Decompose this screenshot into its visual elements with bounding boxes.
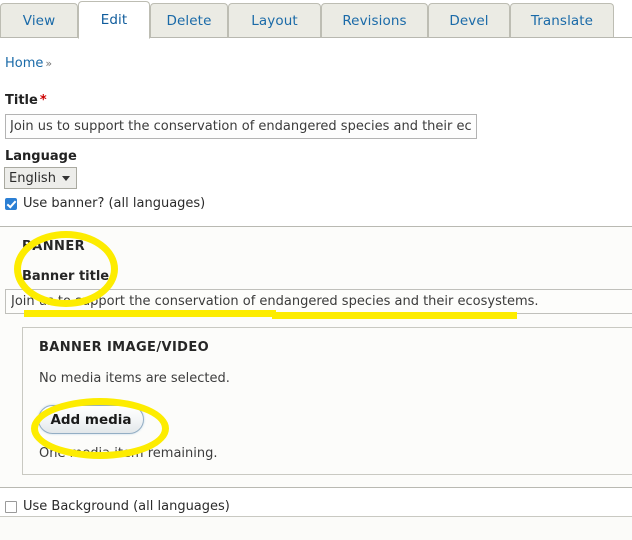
use-banner-checkbox-row[interactable]: Use banner? (all languages)	[5, 196, 205, 211]
tab-revisions[interactable]: Revisions	[321, 3, 428, 38]
language-select-value: English	[9, 170, 56, 186]
banner-media-fieldset: BANNER IMAGE/VIDEO No media items are se…	[22, 327, 632, 475]
banner-title-field-label: Banner title	[22, 269, 110, 284]
tab-view[interactable]: View	[0, 3, 78, 38]
tab-delete[interactable]: Delete	[150, 3, 228, 38]
add-media-button[interactable]: Add media	[38, 405, 144, 434]
chevron-down-icon	[62, 176, 70, 181]
use-background-checkbox-row[interactable]: Use Background (all languages)	[5, 499, 230, 514]
banner-section: BANNER Banner title BANNER IMAGE/VIDEO N…	[0, 226, 632, 488]
title-field-label: Title *	[5, 93, 47, 108]
use-background-checkbox[interactable]	[5, 500, 17, 513]
banner-media-remaining-text: One media item remaining.	[39, 446, 218, 461]
banner-media-heading: BANNER IMAGE/VIDEO	[39, 340, 210, 355]
banner-media-empty-text: No media items are selected.	[39, 371, 230, 386]
edit-form: Home» Title* Language English Use banner…	[0, 38, 632, 540]
tab-devel[interactable]: Devel	[428, 3, 510, 38]
language-select[interactable]: English	[4, 167, 77, 189]
tab-edit[interactable]: Edit	[78, 1, 150, 39]
breadcrumb-separator: »	[45, 57, 53, 70]
tab-layout[interactable]: Layout	[228, 3, 321, 38]
tab-delete-label: Delete	[166, 12, 212, 29]
use-banner-checkbox[interactable]	[5, 197, 17, 210]
title-label-text: Title	[5, 93, 38, 108]
add-media-button-label: Add media	[50, 411, 132, 428]
title-input[interactable]	[5, 114, 477, 139]
tab-revisions-label: Revisions	[342, 12, 407, 29]
language-field-label: Language	[5, 149, 77, 164]
tab-devel-label: Devel	[449, 12, 489, 29]
use-banner-label: Use banner? (all languages)	[23, 196, 206, 211]
form-bottom-divider	[0, 516, 632, 540]
tab-view-label: View	[22, 12, 56, 29]
use-background-label: Use Background (all languages)	[23, 499, 230, 514]
banner-title-input[interactable]	[5, 289, 632, 314]
tab-layout-label: Layout	[251, 12, 298, 29]
required-marker-icon: *	[39, 93, 47, 108]
tab-edit-label: Edit	[100, 12, 128, 28]
breadcrumb: Home»	[5, 56, 52, 71]
banner-section-heading: BANNER	[22, 239, 86, 254]
tab-translate-label: Translate	[530, 12, 594, 29]
primary-tabs: View Edit Delete Layout Revisions Devel …	[0, 0, 632, 39]
tab-translate[interactable]: Translate	[510, 3, 614, 38]
breadcrumb-home-link[interactable]: Home	[5, 56, 43, 71]
